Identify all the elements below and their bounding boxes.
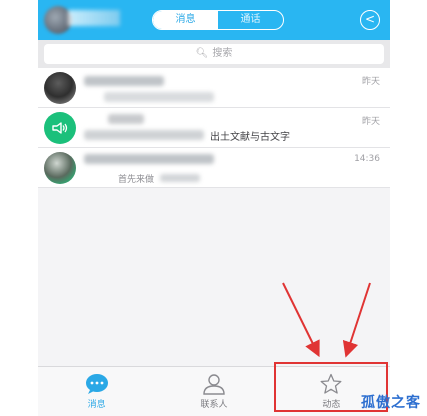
back-circle-icon[interactable]: < — [360, 10, 380, 30]
star-icon — [320, 373, 342, 394]
search-bar: 🔍︎ 搜索 — [38, 40, 390, 68]
message-time: 昨天 — [361, 117, 380, 127]
tab-contacts[interactable]: 联系人 — [155, 367, 272, 416]
tab-messages[interactable]: 消息 — [153, 11, 218, 29]
user-name-blurred — [68, 10, 120, 26]
message-preview: 首先来做 — [118, 175, 155, 185]
avatar — [44, 72, 76, 104]
list-item[interactable]: 出土文献与古文字 昨天 — [38, 108, 390, 148]
top-bar: 消息 通话 < — [38, 0, 390, 40]
list-item[interactable]: 昨天 — [38, 68, 390, 108]
tab-messages-bottom[interactable]: 消息 — [38, 367, 155, 416]
message-preview: 出土文献与古文字 — [210, 132, 290, 143]
message-time: 昨天 — [361, 77, 380, 87]
segmented-control: 消息 通话 — [152, 10, 284, 30]
contacts-icon — [203, 374, 225, 395]
chat-bubble-icon — [85, 374, 108, 394]
message-sender-blurred — [84, 130, 204, 140]
phone-screen: 消息 通话 < 🔍︎ 搜索 昨天 出土文献与古文字 昨天 首先来做 14:36 … — [38, 0, 390, 416]
conversation-list: 昨天 出土文献与古文字 昨天 首先来做 14:36 — [38, 68, 390, 188]
message-time: 14:36 — [354, 154, 380, 164]
watermark-text: 孤傲之客 — [361, 395, 421, 411]
contact-name-blurred — [84, 154, 214, 164]
search-input[interactable]: 🔍︎ 搜索 — [44, 44, 384, 64]
tab-label: 联系人 — [200, 400, 228, 410]
search-icon: 🔍︎ — [195, 48, 209, 59]
speaker-icon — [44, 112, 76, 144]
contact-name-blurred — [108, 114, 144, 124]
bottom-tab-bar: 消息 联系人 动态 — [38, 366, 390, 416]
message-preview-blurred — [104, 92, 214, 102]
search-placeholder: 搜索 — [212, 48, 233, 59]
tab-label: 消息 — [87, 400, 106, 410]
message-preview-blurred — [160, 174, 200, 182]
contact-name-blurred — [84, 76, 164, 86]
list-item[interactable]: 首先来做 14:36 — [38, 148, 390, 188]
avatar — [44, 152, 76, 184]
tab-calls[interactable]: 通话 — [218, 11, 283, 29]
